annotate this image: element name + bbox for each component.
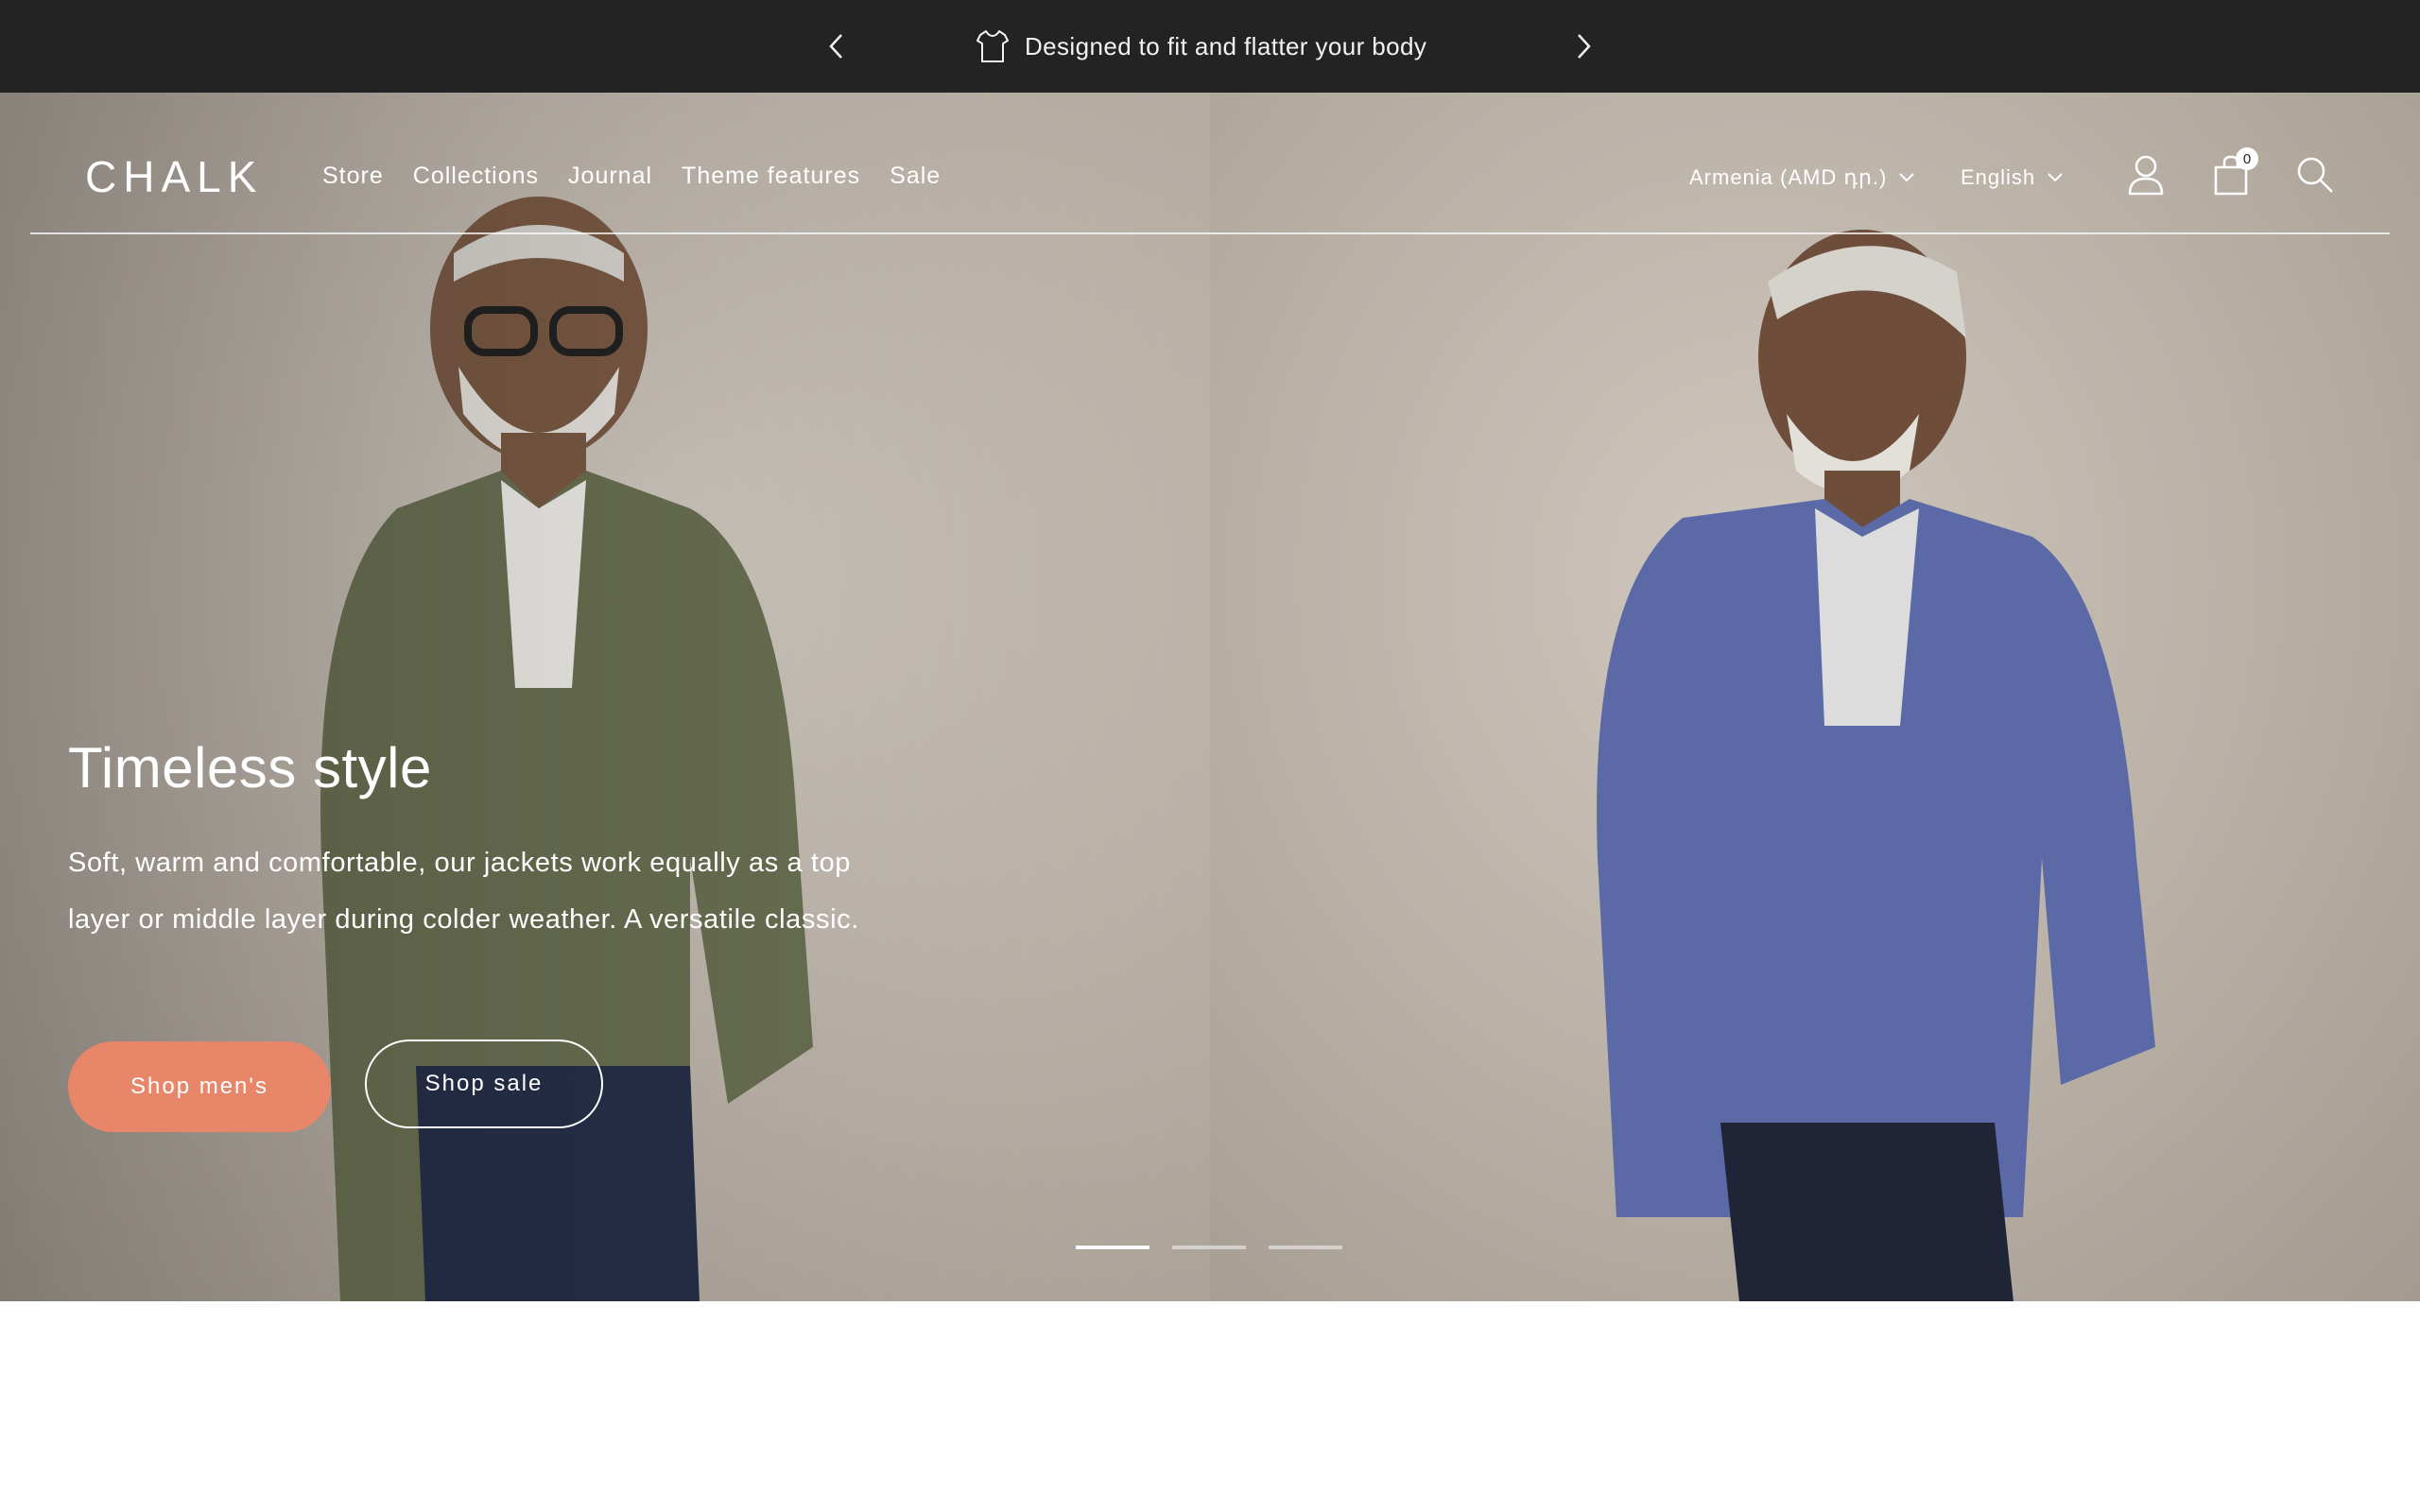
announcement-message: Designed to fit and flatter your body (974, 24, 1426, 69)
announcement-next-button[interactable] (1564, 27, 1602, 65)
language-selector[interactable]: English (1961, 165, 2064, 190)
slide-dot-3[interactable] (1269, 1246, 1342, 1249)
account-button[interactable] (2122, 151, 2169, 198)
site-header: CHALK Store Collections Journal Theme fe… (30, 93, 2390, 234)
user-icon (2128, 155, 2164, 196)
chevron-right-icon (1578, 34, 1591, 59)
search-button[interactable] (2291, 151, 2339, 198)
hero-slideshow: Timeless style Soft, warm and comfortabl… (0, 93, 2420, 1301)
model-blue-jacket-image (1597, 230, 2155, 1301)
shop-mens-button[interactable]: Shop men's (68, 1041, 331, 1132)
cart-count-badge: 0 (2236, 147, 2258, 170)
cart-button[interactable]: 0 (2207, 147, 2258, 198)
announcement-text: Designed to fit and flatter your body (1025, 31, 1427, 60)
hero-title: Timeless style (68, 736, 432, 799)
hero-description: Soft, warm and comfortable, our jackets … (68, 848, 859, 935)
country-selector[interactable]: Armenia (AMD դր.) (1689, 165, 1915, 190)
announcement-bar: Designed to fit and flatter your body (0, 0, 2420, 93)
slide-dot-1[interactable] (1076, 1246, 1150, 1249)
chevron-left-icon (829, 34, 842, 59)
nav-item-store[interactable]: Store (322, 163, 384, 190)
chevron-down-icon (2048, 173, 2063, 182)
nav-item-journal[interactable]: Journal (568, 163, 652, 190)
country-selector-label: Armenia (AMD դր.) (1689, 165, 1888, 189)
announcement-prev-button[interactable] (818, 27, 856, 65)
nav-item-theme-features[interactable]: Theme features (682, 163, 860, 190)
slide-dot-2[interactable] (1172, 1246, 1246, 1249)
site-logo[interactable]: CHALK (85, 151, 263, 202)
hero-image-right (1210, 93, 2420, 1301)
nav-item-sale[interactable]: Sale (890, 163, 941, 190)
shirt-icon (977, 30, 1009, 62)
language-selector-label: English (1961, 165, 2036, 189)
shop-sale-button[interactable]: Shop sale (365, 1040, 603, 1128)
nav-item-collections[interactable]: Collections (413, 163, 539, 190)
main-nav: Store Collections Journal Theme features… (322, 163, 970, 190)
slideshow-pagination (1076, 1246, 1342, 1249)
chevron-down-icon (1899, 173, 1915, 182)
search-icon (2297, 157, 2333, 193)
